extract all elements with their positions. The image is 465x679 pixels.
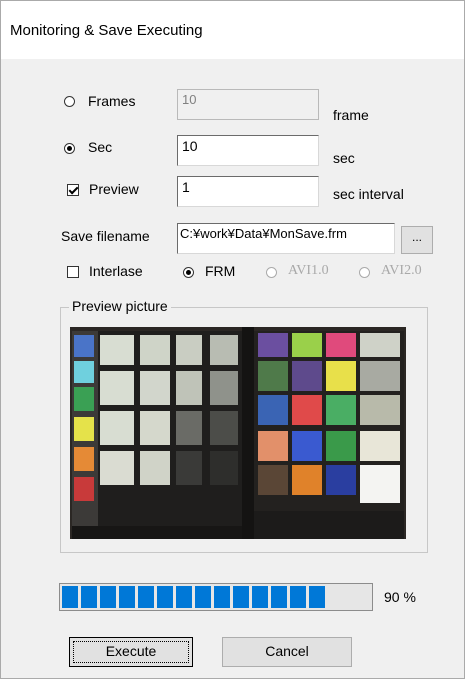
format-avi1-radio[interactable] <box>266 267 277 278</box>
frames-unit: frame <box>333 107 369 123</box>
execute-button-label: Execute <box>105 643 157 659</box>
progress-bar <box>59 583 373 611</box>
progress-fill <box>62 586 325 608</box>
window-title: Monitoring & Save Executing <box>10 22 203 39</box>
browse-button[interactable]: ... <box>401 226 433 254</box>
progress-segment <box>309 586 325 608</box>
progress-segment <box>195 586 211 608</box>
preview-checkbox[interactable] <box>67 184 79 196</box>
sec-unit: sec <box>333 150 355 166</box>
preview-picture-title: Preview picture <box>69 298 171 314</box>
preview-interval-unit: sec interval <box>333 186 404 202</box>
cancel-button[interactable]: Cancel <box>222 637 352 667</box>
frames-radio[interactable] <box>64 96 75 107</box>
progress-segment <box>271 586 287 608</box>
interlase-checkbox[interactable] <box>67 266 79 278</box>
format-avi2-radio[interactable] <box>359 267 370 278</box>
progress-percent-text: 90 % <box>384 589 416 605</box>
frames-label: Frames <box>88 93 136 109</box>
color-checker-image <box>70 327 406 539</box>
sec-input[interactable]: 10 <box>177 135 319 166</box>
progress-segment <box>176 586 192 608</box>
progress-segment <box>81 586 97 608</box>
progress-segment <box>290 586 306 608</box>
preview-image <box>70 327 406 539</box>
preview-label: Preview <box>89 181 139 197</box>
progress-segment <box>157 586 173 608</box>
dialog-window: Monitoring & Save Executing Frames 10 fr… <box>0 0 465 679</box>
preview-interval-input[interactable]: 1 <box>177 176 319 207</box>
cancel-button-label: Cancel <box>265 643 309 659</box>
save-filename-input[interactable]: C:¥work¥Data¥MonSave.frm <box>177 223 395 254</box>
progress-segment <box>138 586 154 608</box>
progress-segment <box>214 586 230 608</box>
format-avi2-label: AVI2.0 <box>381 263 422 278</box>
progress-segment <box>62 586 78 608</box>
progress-segment <box>252 586 268 608</box>
sec-radio[interactable] <box>64 143 75 154</box>
execute-button[interactable]: Execute <box>69 637 193 667</box>
frames-input[interactable]: 10 <box>177 89 319 120</box>
save-filename-label: Save filename <box>61 228 150 244</box>
format-frm-label: FRM <box>205 263 236 279</box>
format-frm-radio[interactable] <box>183 267 194 278</box>
format-avi1-label: AVI1.0 <box>288 263 329 278</box>
sec-label: Sec <box>88 139 113 155</box>
interlase-label: Interlase <box>89 263 143 279</box>
title-bar: Monitoring & Save Executing <box>1 1 464 59</box>
progress-segment <box>100 586 116 608</box>
progress-segment <box>119 586 135 608</box>
progress-segment <box>233 586 249 608</box>
